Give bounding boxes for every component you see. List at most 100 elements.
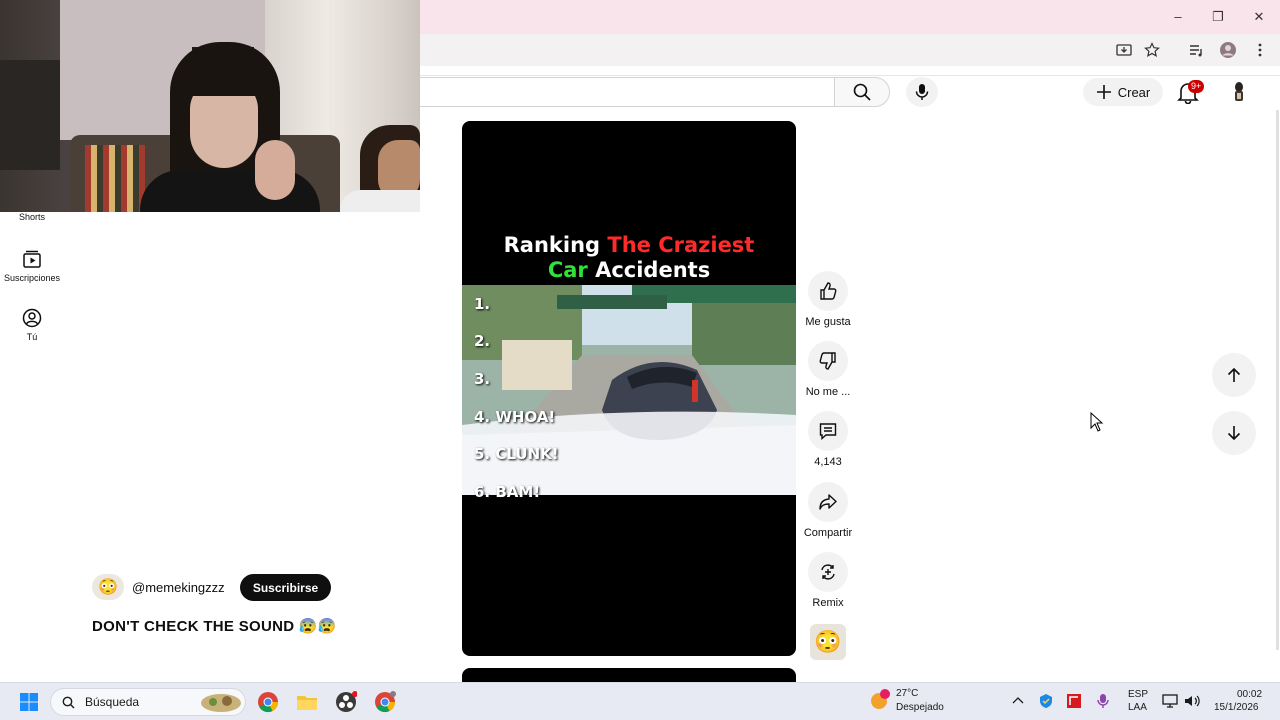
previous-short-button[interactable] <box>1212 353 1256 397</box>
webcam-overlay <box>0 0 420 212</box>
channel-thumbnail-icon[interactable]: 😳 <box>810 624 846 660</box>
video-caption: DON'T CHECK THE SOUND 😰😰 <box>92 618 337 635</box>
rank-5: 5. CLUNK! <box>474 445 559 463</box>
volume-icon[interactable] <box>1184 694 1200 708</box>
video-scene <box>462 285 796 495</box>
plus-icon <box>1096 85 1111 99</box>
rank-6: 6. BAM! <box>474 483 541 501</box>
share-label: Compartir <box>803 527 853 539</box>
rank-4: 4. WHOA! <box>474 408 556 426</box>
search-button[interactable] <box>834 77 890 107</box>
dislike-button[interactable] <box>808 341 848 381</box>
webcam-striped-pillow <box>85 145 145 212</box>
next-short-preview[interactable] <box>462 668 796 682</box>
video-title-line-1: Ranking The Craziest <box>462 233 796 257</box>
share-icon <box>819 494 837 510</box>
comments-count: 4,143 <box>814 456 842 468</box>
next-short-button[interactable] <box>1212 411 1256 455</box>
thumbs-up-icon <box>820 282 837 300</box>
clock-date[interactable]: 15/1/2026 <box>1214 702 1259 714</box>
obs-icon <box>336 691 357 712</box>
share-button[interactable] <box>808 482 848 522</box>
install-app-icon[interactable] <box>1112 38 1136 62</box>
chrome-icon <box>258 692 279 713</box>
chevron-up-icon[interactable] <box>1012 696 1024 704</box>
restore-button[interactable]: ❐ <box>1204 6 1232 28</box>
create-label: Crear <box>1117 84 1151 100</box>
start-button[interactable] <box>16 689 42 715</box>
microphone-icon <box>915 84 929 100</box>
sidebar-item-you[interactable]: Tú <box>0 308 64 342</box>
taskbar-chrome-active[interactable] <box>372 689 398 715</box>
taskbar-chrome-app[interactable] <box>255 689 281 715</box>
search-input[interactable] <box>420 77 835 107</box>
media-queue-icon[interactable] <box>1184 38 1208 62</box>
you-icon <box>22 308 42 328</box>
rank-1: 1. <box>474 295 491 313</box>
arrow-down-icon <box>1227 426 1241 441</box>
close-button[interactable]: ✕ <box>1245 6 1273 28</box>
channel-handle[interactable]: @memekingzzz <box>132 580 225 595</box>
profile-avatar-icon[interactable] <box>1216 38 1240 62</box>
weather-description[interactable]: Despejado <box>896 702 944 714</box>
remix-action[interactable]: Remix <box>800 552 856 609</box>
dislike-action[interactable]: No me ... <box>800 341 856 398</box>
language-indicator-top[interactable]: ESP <box>1128 689 1148 701</box>
mouse-cursor-icon <box>1090 412 1104 432</box>
like-action[interactable]: Me gusta <box>800 271 856 328</box>
sidebar-item-subscriptions[interactable]: Suscripciones <box>0 249 64 283</box>
account-avatar[interactable] <box>1228 80 1250 104</box>
weather-sun-icon <box>871 689 890 709</box>
remix-icon <box>821 564 835 580</box>
video-title-white-2: Accidents <box>587 258 711 282</box>
webcam-person-hand <box>255 140 295 200</box>
clock-time[interactable]: 00:02 <box>1237 689 1262 701</box>
taskbar-file-explorer[interactable] <box>294 689 320 715</box>
like-button[interactable] <box>808 271 848 311</box>
sidebar-item-label: Tú <box>26 332 38 342</box>
bookmark-star-icon[interactable] <box>1140 38 1164 62</box>
search-highlight-icon <box>201 694 241 712</box>
chrome-profile-icon <box>375 691 396 713</box>
comments-button[interactable] <box>808 411 848 451</box>
dislike-label: No me ... <box>805 386 851 398</box>
video-title-green: Car <box>547 258 588 282</box>
microphone-tray-icon[interactable] <box>1096 693 1110 709</box>
channel-avatar[interactable]: 😳 <box>92 574 124 600</box>
search-icon <box>62 696 75 709</box>
rank-2: 2. <box>474 332 491 350</box>
webcam-second-person-body <box>340 190 420 212</box>
notification-badge: 9+ <box>1188 80 1205 93</box>
subscriptions-icon <box>23 250 41 268</box>
remix-label: Remix <box>812 597 844 609</box>
video-title-white: Ranking <box>503 233 608 257</box>
windows-taskbar: Búsqueda 27°C Despejado ESP LAA 00:02 15… <box>0 682 1280 720</box>
thumbs-down-icon <box>819 352 836 370</box>
share-action[interactable]: Compartir <box>800 482 856 539</box>
network-icon[interactable] <box>1162 694 1178 708</box>
page-scrollbar[interactable] <box>1276 110 1279 650</box>
sidebar-item-label: Suscripciones <box>3 273 61 283</box>
weather-temperature[interactable]: 27°C <box>896 688 918 700</box>
subscribe-button[interactable]: Suscribirse <box>240 574 331 601</box>
taskbar-search[interactable]: Búsqueda <box>50 688 246 716</box>
like-label: Me gusta <box>805 316 851 328</box>
folder-icon <box>297 696 317 710</box>
shorts-video-player[interactable]: Ranking The Craziest Car Accidents 1. 2.… <box>462 121 796 656</box>
language-indicator-bottom[interactable]: LAA <box>1128 702 1147 714</box>
security-shield-icon[interactable] <box>1038 693 1054 709</box>
webcam-speaker <box>0 60 60 170</box>
search-icon <box>853 83 871 101</box>
taskbar-obs-app[interactable] <box>333 689 359 715</box>
amd-software-icon[interactable] <box>1066 693 1082 709</box>
minimize-button[interactable]: – <box>1164 6 1192 28</box>
comments-action[interactable]: 4,143 <box>800 411 856 468</box>
browser-menu-icon[interactable] <box>1248 38 1272 62</box>
video-scene-drawing <box>462 285 796 495</box>
voice-search-button[interactable] <box>906 77 938 107</box>
video-title-line-2: Car Accidents <box>462 258 796 282</box>
sidebar-item-label: Shorts <box>18 212 45 222</box>
create-button[interactable]: Crear <box>1083 78 1163 106</box>
sidebar-item-shorts[interactable]: Shorts <box>0 212 64 222</box>
remix-button[interactable] <box>808 552 848 592</box>
